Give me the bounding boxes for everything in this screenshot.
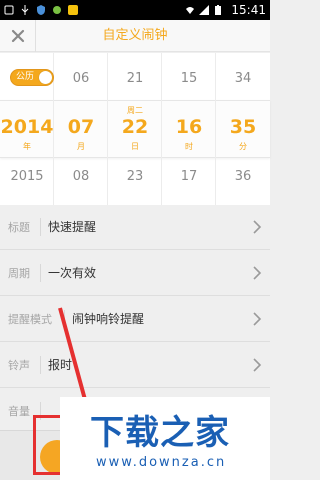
watermark-url: www.downza.cn [96,455,227,470]
watermark: 下载之家 www.downza.cn [60,397,270,480]
watermark-logo: 下载之家 [90,413,230,453]
